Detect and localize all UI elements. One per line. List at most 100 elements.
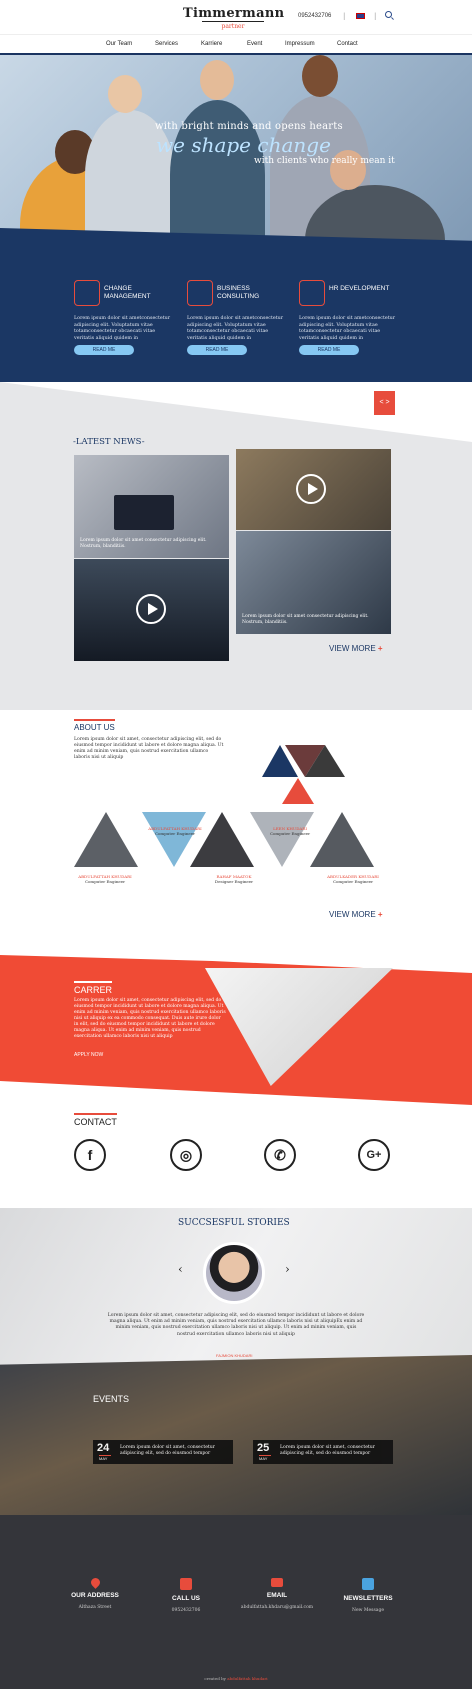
news-card[interactable] (74, 559, 229, 661)
event-item[interactable]: 25 MAY Lorem ipsum dolor sit amet, conse… (253, 1440, 393, 1464)
main-nav: Our Team Services Karriere Event Impress… (0, 34, 472, 55)
footer-value[interactable]: abdulfattah.khdaru@gmail.com (237, 1605, 317, 1610)
meeting-icon (187, 280, 213, 306)
news-caption: Lorem ipsum dolor sit amet consectetur a… (242, 614, 369, 625)
footer-heading: OUR ADDRESS (71, 1592, 119, 1599)
chevron-left-icon[interactable]: ‹ (178, 1262, 183, 1276)
site-header: Timmermann partner 0952432706 | | (0, 0, 472, 34)
event-text: Lorem ipsum dolor sit amet, consectetur … (280, 1445, 375, 1456)
header-phone[interactable]: 0952432706 (298, 13, 331, 19)
logo[interactable]: Timmermann (183, 6, 284, 21)
contact-title: CONTACT (74, 1113, 117, 1127)
read-me-button[interactable]: READ ME (299, 345, 359, 355)
service-text: Lorem ipsum dolor sit ametconsectetur ad… (299, 316, 396, 341)
event-month: MAY (259, 1455, 271, 1461)
about-title: ABOUT US (74, 719, 115, 732)
hero-headline: we shape change (156, 133, 331, 157)
team-member-photo (190, 812, 254, 867)
uk-flag-icon[interactable] (356, 13, 365, 19)
footer-heading: NEWSLETTERS (343, 1595, 393, 1602)
team-photo-triangle (305, 745, 345, 777)
events-title: EVENTS (93, 1394, 130, 1404)
footer-value: Althaza Street (78, 1605, 112, 1610)
whatsapp-icon[interactable]: ✆ (264, 1139, 296, 1171)
nav-event[interactable]: Event (247, 41, 262, 47)
about-text: Lorem ipsum dolor sit amet, consectetur … (74, 737, 224, 760)
team-member-photo (310, 812, 374, 867)
news-card[interactable]: Lorem ipsum dolor sit amet consectetur a… (236, 531, 391, 634)
view-more-label: VIEW MORE (329, 644, 376, 653)
chevron-right-icon[interactable]: › (285, 1262, 290, 1276)
nav-our-team[interactable]: Our Team (106, 41, 132, 47)
divider: | (343, 12, 346, 20)
nav-impressum[interactable]: Impressum (285, 41, 315, 47)
chat-icon (362, 1578, 374, 1590)
phone-icon (180, 1578, 192, 1590)
events-section (0, 1355, 472, 1515)
team-member: RAHAF MAATOK Designer Engineer (199, 874, 269, 884)
nav-karriere[interactable]: Karriere (201, 41, 222, 47)
play-icon[interactable] (296, 474, 326, 504)
footer-value[interactable]: 0952432706 (146, 1608, 226, 1613)
plus-icon: + (377, 644, 383, 653)
team-role: Computer Engineer (332, 879, 374, 884)
team-member: ABDULFATTAH KHUDARI Computer Engineer (140, 826, 210, 836)
location-pin-icon (88, 1576, 102, 1589)
team-role: Computer Engineer (154, 831, 196, 836)
news-nav-arrows[interactable]: < > (374, 391, 395, 415)
team-member: ABDULFATTAH KHUDARI Computer Engineer (70, 874, 140, 884)
footer-newsletters: NEWSLETTERS New Message (328, 1578, 408, 1613)
team-role: Computer Engineer (84, 879, 126, 884)
service-title: HR DEVELOPMENT (329, 285, 390, 292)
copyright-name[interactable]: abdulfattah khudari (227, 1676, 267, 1681)
nav-contact[interactable]: Contact (337, 41, 358, 47)
play-icon[interactable] (136, 594, 166, 624)
hero-line-3: with clients who really mean it (254, 156, 395, 166)
career-title: CARRER (74, 981, 113, 995)
read-me-button[interactable]: READ ME (74, 345, 134, 355)
search-icon[interactable] (385, 11, 392, 18)
footer-address: OUR ADDRESS Althaza Street (55, 1576, 135, 1610)
google-plus-icon[interactable]: G+ (358, 1139, 390, 1171)
news-card[interactable] (236, 449, 391, 530)
face (200, 60, 234, 100)
about-view-more-link[interactable]: VIEW MORE + (329, 910, 383, 919)
team-member: LEEN KHUDARI Computer Engineer (255, 826, 325, 836)
news-card[interactable]: Lorem ipsum dolor sit amet consectetur a… (74, 455, 229, 558)
event-day: 25 (257, 1442, 270, 1454)
event-day: 24 (97, 1442, 110, 1454)
apply-now-link[interactable]: APPLY NOW (74, 1052, 103, 1058)
service-title: CHANGE MANAGEMENT (104, 285, 151, 300)
logo-subtitle: partner (202, 21, 264, 30)
copyright-prefix: created by (204, 1676, 226, 1681)
services-section (0, 228, 472, 388)
footer-heading: EMAIL (266, 1592, 288, 1599)
service-title: BUSINESS CONSULTING (217, 285, 260, 300)
news-view-more-link[interactable]: VIEW MORE + (329, 644, 383, 653)
story-avatar (203, 1242, 265, 1304)
story-text: Lorem ipsum dolor sit amet, consectetur … (107, 1313, 365, 1337)
divider: | (374, 12, 377, 20)
team-role: Designer Engineer (214, 879, 254, 884)
mail-icon (271, 1578, 283, 1587)
nav-services[interactable]: Services (155, 41, 178, 47)
stories-title: SUCCSESFUL STORIES (178, 1218, 290, 1228)
instagram-icon[interactable]: ◎ (170, 1139, 202, 1171)
service-text: Lorem ipsum dolor sit ametconsectetur ad… (74, 316, 171, 341)
face (302, 55, 338, 97)
news-title: -LATEST NEWS- (73, 437, 145, 447)
service-text: Lorem ipsum dolor sit ametconsectetur ad… (187, 316, 284, 341)
plus-icon: + (377, 910, 383, 919)
event-month: MAY (99, 1455, 111, 1461)
facebook-icon[interactable]: f (74, 1139, 106, 1171)
news-caption: Lorem ipsum dolor sit amet consectetur a… (80, 538, 207, 549)
read-me-button[interactable]: READ ME (187, 345, 247, 355)
team-member-photo (74, 812, 138, 867)
team-member: ABDULKADER KHUDARI Computer Engineer (318, 874, 388, 884)
laptop-image (114, 495, 174, 530)
team-member-photo (250, 812, 314, 867)
footer-value[interactable]: New Message (328, 1608, 408, 1613)
event-item[interactable]: 24 MAY Lorem ipsum dolor sit amet, conse… (93, 1440, 233, 1464)
decor-triangle (282, 778, 314, 804)
copyright: created by abdulfattah khudari (0, 1676, 472, 1681)
